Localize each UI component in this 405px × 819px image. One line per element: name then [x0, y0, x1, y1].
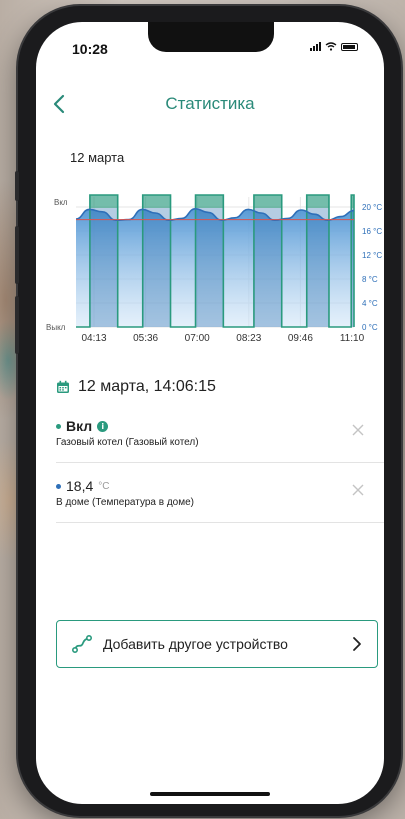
- on-period: [253, 195, 282, 208]
- list-item-boiler: Вкл i Газовый котел (Газовый котел): [56, 418, 374, 448]
- item-subtitle: В доме (Температура в доме): [56, 497, 194, 508]
- status-dot: [56, 483, 61, 489]
- chart-title: 12 марта: [70, 150, 125, 165]
- right-tick-label: 12 °C: [362, 251, 382, 260]
- divider: [56, 462, 384, 463]
- on-period-fill: [306, 208, 329, 327]
- x-tick-label: 08:23: [236, 333, 261, 344]
- selected-time-row: 12 марта, 14:06:15: [56, 378, 216, 396]
- chevron-right-icon: [353, 637, 361, 651]
- list-item-temperature: 18,4 °C В доме (Температура в доме): [56, 478, 374, 508]
- add-device-icon: [71, 634, 93, 654]
- on-period: [89, 195, 118, 208]
- on-period: [306, 195, 329, 208]
- status-time: 10:28: [72, 41, 108, 57]
- calendar-icon: [57, 380, 69, 393]
- item-subtitle: Газовый котел (Газовый котел): [56, 437, 199, 448]
- x-tick-label: 04:13: [81, 333, 106, 344]
- x-axis-ticks: 04:13 05:36 07:00 08:23 09:46 11:10: [81, 333, 364, 344]
- right-tick-label: 4 °C: [362, 299, 378, 308]
- close-icon[interactable]: [350, 422, 366, 438]
- app-screen: 10:28 Статистика 12 марта Вкл Выкл 20 °C…: [36, 22, 384, 804]
- x-tick-label: 05:36: [133, 333, 158, 344]
- on-period-fill: [253, 208, 282, 327]
- right-tick-label: 16 °C: [362, 227, 382, 236]
- divider: [56, 522, 384, 523]
- on-period: [142, 195, 171, 208]
- add-device-label: Добавить другое устройство: [103, 636, 288, 652]
- right-tick-label: 8 °C: [362, 275, 378, 284]
- item-unit: °C: [98, 480, 110, 492]
- x-tick-label: 11:10: [340, 333, 365, 344]
- page-title: Статистика: [165, 94, 255, 113]
- item-value: Вкл: [66, 418, 93, 434]
- nav-bar: Статистика: [36, 90, 384, 120]
- left-axis-top-label: Вкл: [54, 198, 68, 207]
- battery-icon: [341, 42, 358, 51]
- selected-datetime: 12 марта, 14:06:15: [78, 378, 216, 395]
- x-tick-label: 09:46: [288, 333, 313, 344]
- signal-icon: [310, 42, 321, 51]
- close-icon[interactable]: [350, 482, 366, 498]
- add-device-button[interactable]: Добавить другое устройство: [56, 620, 378, 668]
- on-period-fill: [89, 208, 118, 327]
- item-value: 18,4: [66, 478, 94, 494]
- right-axis-ticks: 20 °C 16 °C 12 °C 8 °C 4 °C 0 °C: [362, 203, 382, 332]
- on-period-fill: [195, 208, 224, 327]
- on-period-fill: [142, 208, 171, 327]
- right-tick-label: 20 °C: [362, 203, 382, 212]
- notch: [148, 22, 274, 52]
- x-tick-label: 07:00: [185, 333, 210, 344]
- on-period: [195, 195, 224, 208]
- right-tick-label: 0 °C: [362, 323, 378, 332]
- home-indicator: [150, 792, 270, 796]
- status-dot: [56, 423, 61, 429]
- status-icons: [310, 42, 358, 51]
- info-icon[interactable]: i: [97, 420, 109, 432]
- left-axis-bottom-label: Выкл: [46, 323, 66, 332]
- statistics-chart[interactable]: Вкл Выкл 20 °C 16 °C 12 °C 8 °C 4 °C 0 °C 04:…: [36, 172, 384, 372]
- wifi-icon: [325, 42, 337, 51]
